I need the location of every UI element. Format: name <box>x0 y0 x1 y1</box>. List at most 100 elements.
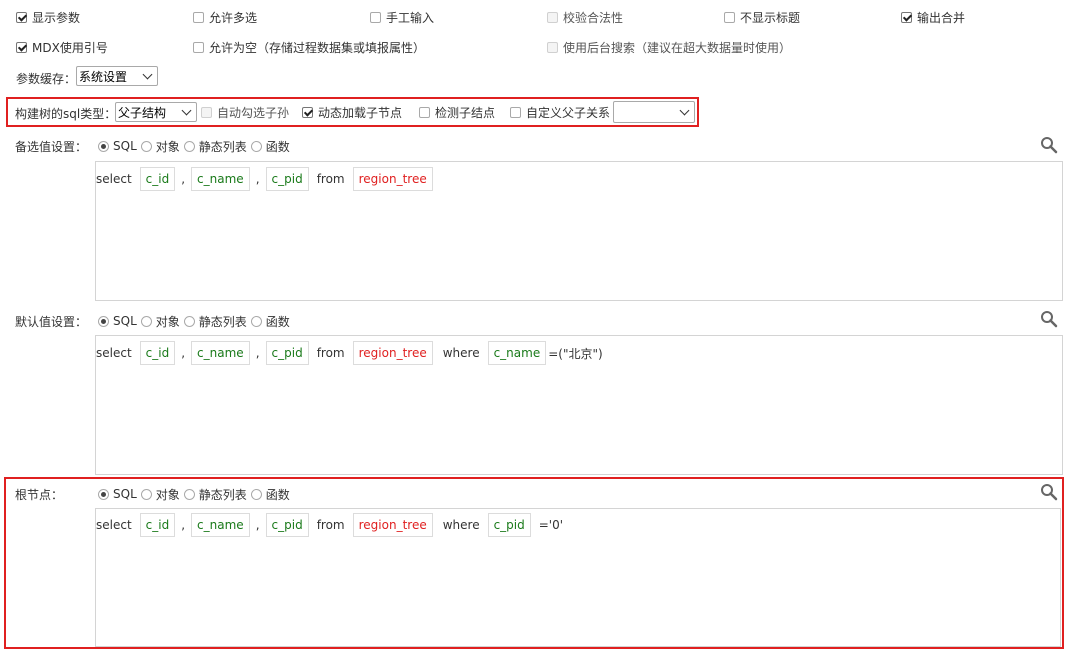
radio-object[interactable]: 对象 <box>140 313 180 330</box>
option-validate: 校验合法性 <box>547 9 623 25</box>
sql-keyword-select: select <box>96 346 132 360</box>
option-backend-search: 使用后台搜索（建议在超大数据量时使用） <box>547 39 791 55</box>
candidate-sql-editor[interactable]: select c_id , c_name , c_pid from region… <box>95 161 1063 301</box>
radio-sql[interactable]: SQL <box>98 314 137 328</box>
option-label: 使用后台搜索（建议在超大数据量时使用） <box>563 40 792 55</box>
checkbox[interactable] <box>901 11 912 23</box>
radio-button[interactable] <box>250 140 262 152</box>
sql-field-token[interactable]: c_name <box>191 167 250 191</box>
radio-static-list[interactable]: 静态列表 <box>183 313 247 330</box>
option-hide-title[interactable]: 不显示标题 <box>724 9 800 25</box>
sql-keyword-from: from <box>316 172 345 186</box>
radio-button[interactable] <box>98 488 109 500</box>
radio-object[interactable]: 对象 <box>140 138 180 155</box>
checkbox <box>547 41 558 53</box>
default-source-radios: SQL 对象 静态列表 函数 <box>98 313 294 329</box>
option-label: 允许为空（存储过程数据集或填报属性） <box>209 40 426 55</box>
option-manual-input[interactable]: 手工输入 <box>370 9 434 25</box>
radio-button[interactable] <box>98 140 109 152</box>
search-icon[interactable] <box>1040 310 1058 328</box>
radio-button[interactable] <box>183 315 195 327</box>
radio-button[interactable] <box>183 140 195 152</box>
radio-label: 静态列表 <box>198 487 247 502</box>
option-allow-multi[interactable]: 允许多选 <box>193 9 257 25</box>
checkbox[interactable] <box>302 106 313 118</box>
sql-field-token[interactable]: c_name <box>191 341 250 365</box>
cache-select[interactable]: 系统设置 <box>76 66 158 86</box>
radio-label: SQL <box>113 487 137 501</box>
checkbox[interactable] <box>510 106 521 118</box>
cache-value: 系统设置 <box>79 69 128 84</box>
sql-field-token[interactable]: c_pid <box>265 341 309 365</box>
root-sql-editor[interactable]: select c_id , c_name , c_pid from region… <box>95 508 1061 647</box>
checkbox[interactable] <box>370 11 381 23</box>
radio-sql[interactable]: SQL <box>98 139 137 153</box>
sql-comma: , <box>181 346 186 360</box>
radio-button[interactable] <box>250 315 262 327</box>
sql-table-token[interactable]: region_tree <box>352 167 433 191</box>
radio-sql[interactable]: SQL <box>98 487 137 501</box>
search-icon[interactable] <box>1040 483 1058 501</box>
radio-button[interactable] <box>98 315 109 327</box>
cache-label: 参数缓存： <box>16 72 77 86</box>
sql-table-token[interactable]: region_tree <box>352 513 433 537</box>
radio-function[interactable]: 函数 <box>250 486 290 503</box>
candidate-source-radios: SQL 对象 静态列表 函数 <box>98 138 294 154</box>
radio-label: 静态列表 <box>198 314 247 329</box>
sql-field-token[interactable]: c_pid <box>265 513 309 537</box>
radio-button[interactable] <box>140 140 152 152</box>
checkbox[interactable] <box>16 11 27 23</box>
custom-relation-select[interactable] <box>613 101 695 123</box>
option-dynamic-load[interactable]: 动态加载子节点 <box>302 104 402 120</box>
option-label: 不显示标题 <box>740 10 801 25</box>
sql-keyword-from: from <box>316 346 345 360</box>
sql-comma: , <box>255 518 260 532</box>
option-mdx-quotes[interactable]: MDX使用引号 <box>16 39 108 55</box>
option-merge-output[interactable]: 输出合并 <box>901 9 965 25</box>
checkbox[interactable] <box>419 106 430 118</box>
sql-field-token[interactable]: c_name <box>487 341 547 365</box>
checkbox[interactable] <box>16 41 27 53</box>
checkbox[interactable] <box>724 11 735 23</box>
radio-label: 函数 <box>265 314 290 329</box>
radio-label: 函数 <box>265 487 290 502</box>
option-show-param[interactable]: 显示参数 <box>16 9 80 25</box>
radio-object[interactable]: 对象 <box>140 486 180 503</box>
sql-field-token[interactable]: c_pid <box>487 513 531 537</box>
radio-function[interactable]: 函数 <box>250 138 290 155</box>
default-sql-editor[interactable]: select c_id , c_name , c_pid from region… <box>95 335 1063 475</box>
option-label: 手工输入 <box>386 10 435 25</box>
sql-table-token[interactable]: region_tree <box>352 341 433 365</box>
sql-condition-value: =("北京") <box>548 346 603 361</box>
option-allow-empty[interactable]: 允许为空（存储过程数据集或填报属性） <box>193 39 425 55</box>
sql-keyword-select: select <box>96 518 132 532</box>
sql-comma: , <box>181 172 186 186</box>
tree-type-select[interactable]: 父子结构 <box>115 102 197 122</box>
radio-button[interactable] <box>183 488 195 500</box>
chevron-down-icon <box>142 69 153 80</box>
sql-keyword-from: from <box>316 518 345 532</box>
sql-keyword-where: where <box>442 518 480 532</box>
radio-function[interactable]: 函数 <box>250 313 290 330</box>
sql-field-token[interactable]: c_id <box>139 167 176 191</box>
search-icon[interactable] <box>1040 136 1058 154</box>
radio-label: 静态列表 <box>198 139 247 154</box>
sql-field-token[interactable]: c_id <box>139 341 176 365</box>
sql-field-token[interactable]: c_pid <box>265 167 309 191</box>
sql-comma: , <box>181 518 186 532</box>
checkbox[interactable] <box>193 11 204 23</box>
sql-field-token[interactable]: c_name <box>191 513 250 537</box>
radio-button[interactable] <box>140 488 152 500</box>
radio-static-list[interactable]: 静态列表 <box>183 486 247 503</box>
checkbox[interactable] <box>193 41 204 53</box>
sql-field-token[interactable]: c_id <box>139 513 176 537</box>
option-label: MDX使用引号 <box>32 40 108 55</box>
default-section-label: 默认值设置： <box>15 315 88 329</box>
radio-button[interactable] <box>250 488 262 500</box>
radio-label: 函数 <box>265 139 290 154</box>
option-detect-child[interactable]: 检测子结点 <box>419 104 495 120</box>
radio-button[interactable] <box>140 315 152 327</box>
option-label: 自定义父子关系 <box>526 105 611 120</box>
radio-static-list[interactable]: 静态列表 <box>183 138 247 155</box>
option-custom-relation[interactable]: 自定义父子关系 <box>510 104 610 120</box>
